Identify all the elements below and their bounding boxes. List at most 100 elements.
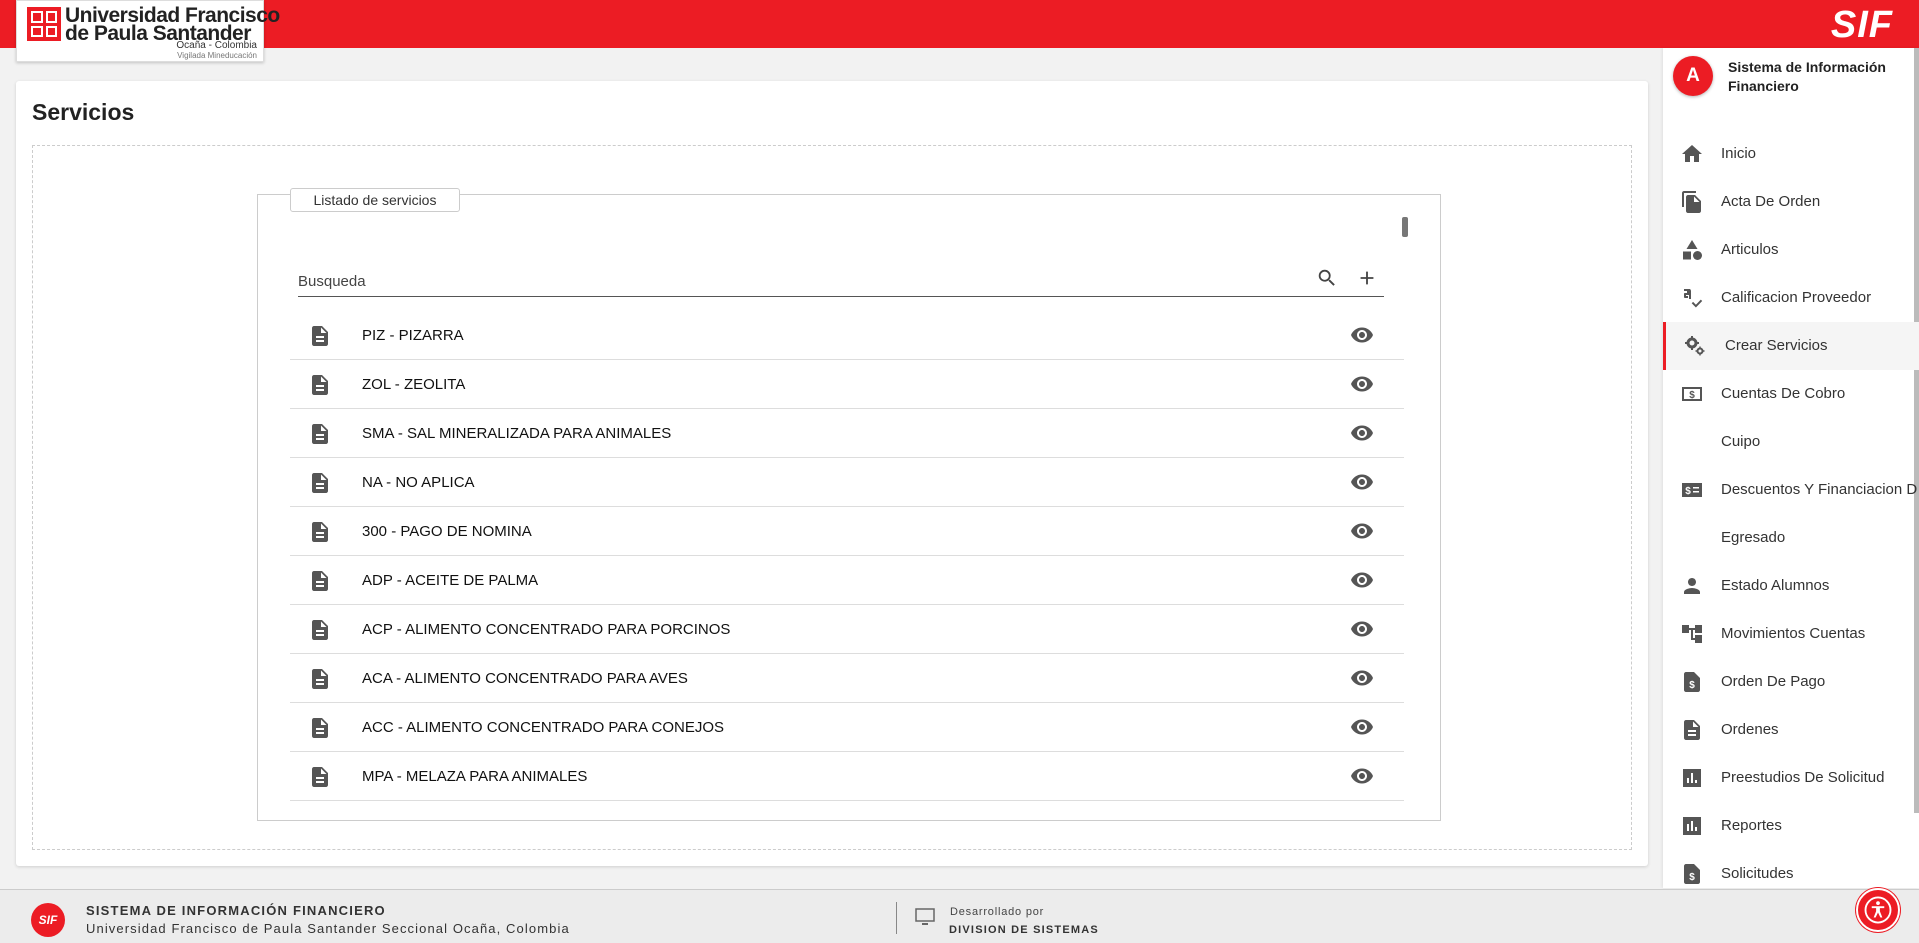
document-icon (312, 767, 328, 787)
sidebar-item-cuipo[interactable]: Cuipo (1663, 418, 1919, 466)
sidebar-item-articulos[interactable]: Articulos (1663, 226, 1919, 274)
list-item[interactable]: NA - NO APLICA (290, 458, 1404, 507)
document-icon (312, 424, 328, 444)
item-label: 300 - PAGO DE NOMINA (362, 523, 532, 540)
sidebar-item-label: Movimientos Cuentas (1721, 625, 1866, 642)
sidebar-item-reportes[interactable]: Reportes (1663, 802, 1919, 850)
sidebar-item-inicio[interactable]: Inicio (1663, 130, 1919, 178)
sidebar-item-movimientos-cuentas[interactable]: Movimientos Cuentas (1663, 610, 1919, 658)
category-icon (1683, 240, 1702, 260)
bar-chart-icon (1683, 817, 1701, 835)
item-label: MPA - MELAZA PARA ANIMALES (362, 768, 588, 785)
eye-icon[interactable] (1350, 568, 1374, 592)
list-item[interactable]: ACC - ALIMENTO CONCENTRADO PARA CONEJOS (290, 703, 1404, 752)
eye-icon[interactable] (1350, 764, 1374, 788)
tree-icon (1682, 625, 1702, 643)
eye-icon[interactable] (1350, 421, 1374, 445)
top-bar: SIF (0, 0, 1919, 48)
scrollbar-thumb[interactable] (1402, 217, 1408, 237)
plus-icon (1360, 271, 1374, 285)
list-item[interactable]: ACP - ALIMENTO CONCENTRADO PARA PORCINOS (290, 605, 1404, 654)
eye-icon[interactable] (1350, 617, 1374, 641)
sidebar-item-estado-alumnos[interactable]: Estado Alumnos (1663, 562, 1919, 610)
sidebar-item-acta-de-orden[interactable]: Acta De Orden (1663, 178, 1919, 226)
search-button[interactable] (1314, 265, 1340, 291)
sidebar-item-cuentas-de-cobro[interactable]: $ Cuentas De Cobro (1663, 370, 1919, 418)
document-icon (312, 326, 328, 346)
document-icon (312, 473, 328, 493)
accessibility-button[interactable] (1856, 888, 1900, 932)
item-label: ACP - ALIMENTO CONCENTRADO PARA PORCINOS (362, 621, 731, 638)
search-icon (1318, 269, 1335, 286)
sidebar-item-solicitudes[interactable]: $ Solicitudes (1663, 850, 1919, 888)
sidebar-item-label: Descuentos Y Financiacion D (1721, 481, 1918, 498)
list-item[interactable]: SMA - SAL MINERALIZADA PARA ANIMALES (290, 409, 1404, 458)
footer-sif-logo: SIF (31, 903, 65, 937)
sidebar-item-ordenes[interactable]: Ordenes (1663, 706, 1919, 754)
sidebar-item-preestudios-de-solicitud[interactable]: Preestudios De Solicitud (1663, 754, 1919, 802)
item-label: ZOL - ZEOLITA (362, 376, 466, 393)
footer-divider (896, 902, 897, 934)
developer-name: DIVISION DE SISTEMAS (949, 924, 1099, 936)
university-logo[interactable]: Universidad Francisco de Paula Santander… (16, 0, 280, 62)
sidebar-header: A Sistema de Información Financiero (1673, 56, 1913, 104)
page-title: Servicios (32, 99, 135, 125)
item-label: ACA - ALIMENTO CONCENTRADO PARA AVES (362, 670, 688, 687)
document-icon (312, 375, 328, 395)
eye-icon[interactable] (1350, 715, 1374, 739)
footer: SIF SISTEMA DE INFORMACIÓN FINANCIERO Un… (0, 889, 1919, 943)
eye-icon[interactable] (1350, 470, 1374, 494)
eye-icon[interactable] (1350, 666, 1374, 690)
rule-icon (1683, 289, 1703, 308)
add-service-button[interactable] (1354, 265, 1380, 291)
panel-legend: Listado de servicios (290, 188, 460, 212)
list-item[interactable]: MPA - MELAZA PARA ANIMALES (290, 752, 1404, 801)
services-list: PIZ - PIZARRA ZOL - ZEOLITA SMA - SAL MI… (290, 311, 1404, 801)
document-icon (312, 718, 328, 738)
sidebar-item-label: Inicio (1721, 145, 1757, 162)
document-icon (312, 522, 328, 542)
document-icon (312, 571, 328, 591)
item-label: ACC - ALIMENTO CONCENTRADO PARA CONEJOS (362, 719, 724, 736)
avatar[interactable]: A (1673, 56, 1713, 96)
services-panel: Listado de servicios PIZ - PIZARRA (257, 188, 1441, 821)
list-item[interactable]: 300 - PAGO DE NOMINA (290, 507, 1404, 556)
request-quote-icon: $ (1684, 672, 1700, 692)
copy-icon (1682, 191, 1701, 213)
sidebar-item-label: Cuentas De Cobro (1721, 385, 1846, 402)
sidebar-item-label: Acta De Orden (1721, 193, 1821, 210)
svg-text:$: $ (1685, 486, 1691, 497)
list-item[interactable]: ACA - ALIMENTO CONCENTRADO PARA AVES (290, 654, 1404, 703)
list-item[interactable]: ZOL - ZEOLITA (290, 360, 1404, 409)
sidebar-item-label: Orden De Pago (1721, 673, 1826, 690)
description-icon (1684, 720, 1700, 740)
sidebar-item-descuentos-y-financiacion[interactable]: $ Descuentos Y Financiacion D (1663, 466, 1919, 514)
content-area: Listado de servicios PIZ - PIZARRA (32, 145, 1632, 850)
sidebar-item-label: Egresado (1721, 529, 1786, 546)
footer-title: SISTEMA DE INFORMACIÓN FINANCIERO (86, 903, 386, 918)
sidebar-item-calificacion-proveedor[interactable]: Calificacion Proveedor (1663, 274, 1919, 322)
gears-icon (1685, 336, 1705, 356)
list-item[interactable]: PIZ - PIZARRA (290, 311, 1404, 360)
item-label: NA - NO APLICA (362, 474, 475, 491)
sidebar-item-orden-de-pago[interactable]: $ Orden De Pago (1663, 658, 1919, 706)
sidebar-item-crear-servicios[interactable]: Crear Servicios (1663, 322, 1919, 370)
svg-text:$: $ (1689, 390, 1695, 401)
eye-icon[interactable] (1350, 519, 1374, 543)
logo-text-line3: Ocaña - Colombia (176, 40, 257, 51)
eye-icon[interactable] (1350, 323, 1374, 347)
eye-icon[interactable] (1350, 372, 1374, 396)
person-icon (1684, 578, 1700, 594)
document-icon (312, 669, 328, 689)
document-icon (312, 620, 328, 640)
sidebar: A Sistema de Información Financiero Inic… (1663, 48, 1919, 888)
svg-text:$: $ (1689, 872, 1695, 883)
sidebar-item-egresado[interactable]: Egresado (1663, 514, 1919, 562)
monitor-icon (915, 908, 935, 925)
search-input[interactable] (298, 269, 1278, 293)
sidebar-item-label: Estado Alumnos (1721, 577, 1830, 594)
sidebar-item-label: Reportes (1721, 817, 1782, 834)
sidebar-item-label: Preestudios De Solicitud (1721, 769, 1885, 786)
sidebar-item-label: Calificacion Proveedor (1721, 289, 1872, 306)
list-item[interactable]: ADP - ACEITE DE PALMA (290, 556, 1404, 605)
